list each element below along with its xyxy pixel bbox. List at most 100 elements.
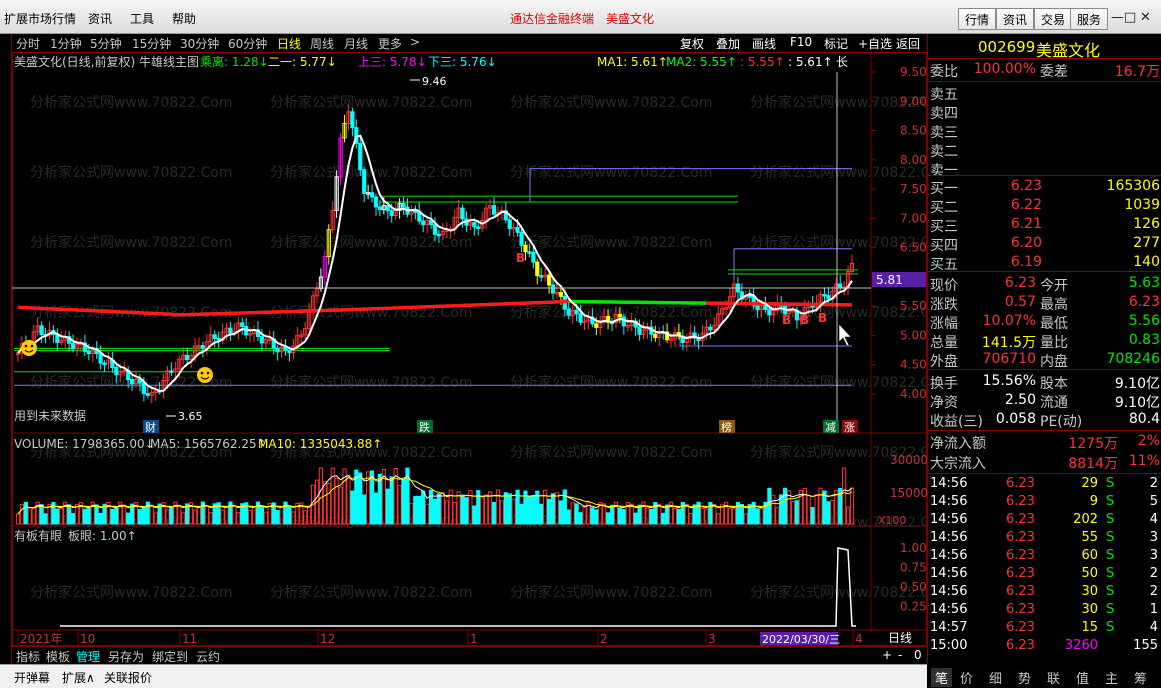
candle-body [401, 202, 406, 208]
quote-button[interactable]: 行情 [958, 8, 997, 30]
kline-chart[interactable]: 分析家公式网www.70822.Com 分析家公式网www.70822.Com 分析… [0, 52, 927, 646]
volume-bar [137, 509, 143, 525]
tick-row: 14:56 6.23 202 S 4 [928, 511, 1161, 529]
period-tab-5min[interactable]: 5分钟 [90, 35, 122, 52]
quote-tab-5[interactable]: 值 [1076, 668, 1089, 687]
tick-price: 6.23 [1006, 638, 1035, 653]
quote-tab-6[interactable]: 主 [1105, 668, 1118, 687]
candle-body [594, 323, 599, 328]
volume-bar [665, 504, 670, 525]
linked-quote-toggle[interactable]: 关联报价 [104, 669, 152, 686]
tick-count: 3 [1149, 548, 1158, 563]
stat-value: 0.83 [1128, 332, 1160, 348]
tab-cloud[interactable]: 云约 [196, 648, 220, 665]
date-tick-label: 10 [80, 632, 95, 646]
trade-button[interactable]: 交易 [1034, 8, 1073, 30]
expand-toggle[interactable]: 扩展∧ [62, 669, 95, 686]
period-tab-1min[interactable]: 1分钟 [50, 35, 82, 52]
candle-body [535, 261, 540, 277]
period-tab-daily[interactable]: 日线 [277, 35, 301, 52]
close-icon[interactable]: ✕ [1140, 10, 1151, 25]
volume-bar [421, 490, 426, 525]
volume-bar [720, 504, 725, 525]
period-tab-weekly[interactable]: 周线 [310, 35, 334, 52]
tag-finance[interactable]: 财 [145, 420, 156, 434]
volume-bar [389, 476, 394, 525]
candle-body [767, 308, 772, 316]
volume-bar [779, 494, 784, 525]
tab-save-as[interactable]: 另存为 [108, 648, 144, 665]
divider [928, 369, 1161, 370]
news-button[interactable]: 资讯 [996, 8, 1035, 30]
price-tick-label: 8.50 [900, 124, 927, 138]
tag-rise[interactable]: 涨 [844, 421, 855, 434]
menu-tools[interactable]: 工具 [130, 10, 154, 27]
stat-value: 6.23 [1128, 294, 1160, 310]
tab-manage[interactable]: 管理 [76, 648, 100, 665]
period-tab-15min[interactable]: 15分钟 [132, 35, 171, 52]
period-more-arrow-icon[interactable]: > [410, 35, 420, 49]
weicha-value: 16.7万 [1114, 64, 1160, 80]
watermark-text: 分析家公式网www.70822.Com [270, 374, 472, 391]
tag-drop[interactable]: 跌 [419, 420, 430, 434]
volume-bar [531, 495, 536, 525]
period-tab-60min[interactable]: 60分钟 [228, 35, 267, 52]
candle-body [527, 251, 532, 254]
maximize-icon[interactable]: □ [1124, 10, 1136, 25]
zoom-reset-button[interactable]: 0 [914, 648, 922, 662]
tick-volume: 9 [1089, 494, 1098, 509]
candle-body [362, 169, 367, 194]
period-tab-monthly[interactable]: 月线 [344, 35, 368, 52]
tick-price: 6.23 [1006, 566, 1035, 581]
quote-tab-4[interactable]: 联 [1047, 668, 1060, 687]
buy-volume: 277 [1133, 235, 1160, 251]
bigflow-label: 大宗流入 [930, 456, 986, 472]
menu-extended-market[interactable]: 扩展市场行情 [4, 10, 76, 27]
danmaku-toggle[interactable]: 开弹幕 [14, 669, 50, 686]
mark-button[interactable]: 标记 [824, 35, 848, 52]
tag-list[interactable]: 榜 [721, 420, 732, 434]
tick-time: 15:00 [930, 638, 968, 653]
volume-bar [86, 507, 91, 525]
zoom-out-button[interactable]: - [898, 648, 902, 662]
candle-body [507, 219, 512, 229]
candle-body [515, 227, 520, 233]
period-tab-timeshare[interactable]: 分时 [16, 35, 40, 52]
volume-bar [767, 487, 772, 525]
quote-tab-3[interactable]: 势 [1018, 668, 1031, 687]
tick-price: 6.23 [1006, 494, 1035, 509]
restore-right-button[interactable]: 复权 [680, 35, 704, 52]
period-tab-30min[interactable]: 30分钟 [180, 35, 219, 52]
stat-label: 外盘 [930, 354, 958, 370]
add-favorite-button[interactable]: +自选 [858, 35, 892, 52]
f10-button[interactable]: F10 [790, 35, 812, 49]
watermark-text: 分析家公式网www.70822.Com [30, 94, 232, 111]
menu-news[interactable]: 资讯 [88, 10, 112, 27]
long-line-segment [568, 299, 707, 305]
tick-side: S [1106, 476, 1115, 491]
candle-body [369, 192, 375, 198]
tag-reduce[interactable]: 减 [825, 421, 836, 434]
quote-tab-1[interactable]: 价 [960, 668, 973, 687]
volume-bar [248, 509, 253, 525]
volume-bar [487, 491, 493, 525]
tab-bind[interactable]: 绑定到 [152, 648, 188, 665]
zoom-in-button[interactable]: + [882, 648, 892, 662]
volume-bar [566, 509, 571, 525]
tab-template[interactable]: 模板 [46, 648, 70, 665]
minimize-icon[interactable]: — [1111, 10, 1124, 25]
draw-line-button[interactable]: 画线 [752, 35, 776, 52]
volume-bar [98, 512, 103, 525]
netflow-row: 净流入额 1275万 2% [928, 431, 1161, 453]
menu-help[interactable]: 帮助 [172, 10, 196, 27]
period-tab-more[interactable]: 更多 [378, 35, 402, 52]
back-button[interactable]: 返回 [896, 35, 920, 52]
quote-tab-0[interactable]: 笔 [931, 668, 953, 687]
tab-indicator[interactable]: 指标 [16, 648, 40, 665]
quote-tab-2[interactable]: 细 [989, 668, 1002, 687]
service-button[interactable]: 服务 [1070, 8, 1109, 30]
tick-price: 6.23 [1006, 476, 1035, 491]
date-tick-label: 1 [470, 632, 478, 646]
overlay-button[interactable]: 叠加 [716, 35, 740, 52]
quote-tab-7[interactable]: 筹 [1134, 668, 1147, 687]
